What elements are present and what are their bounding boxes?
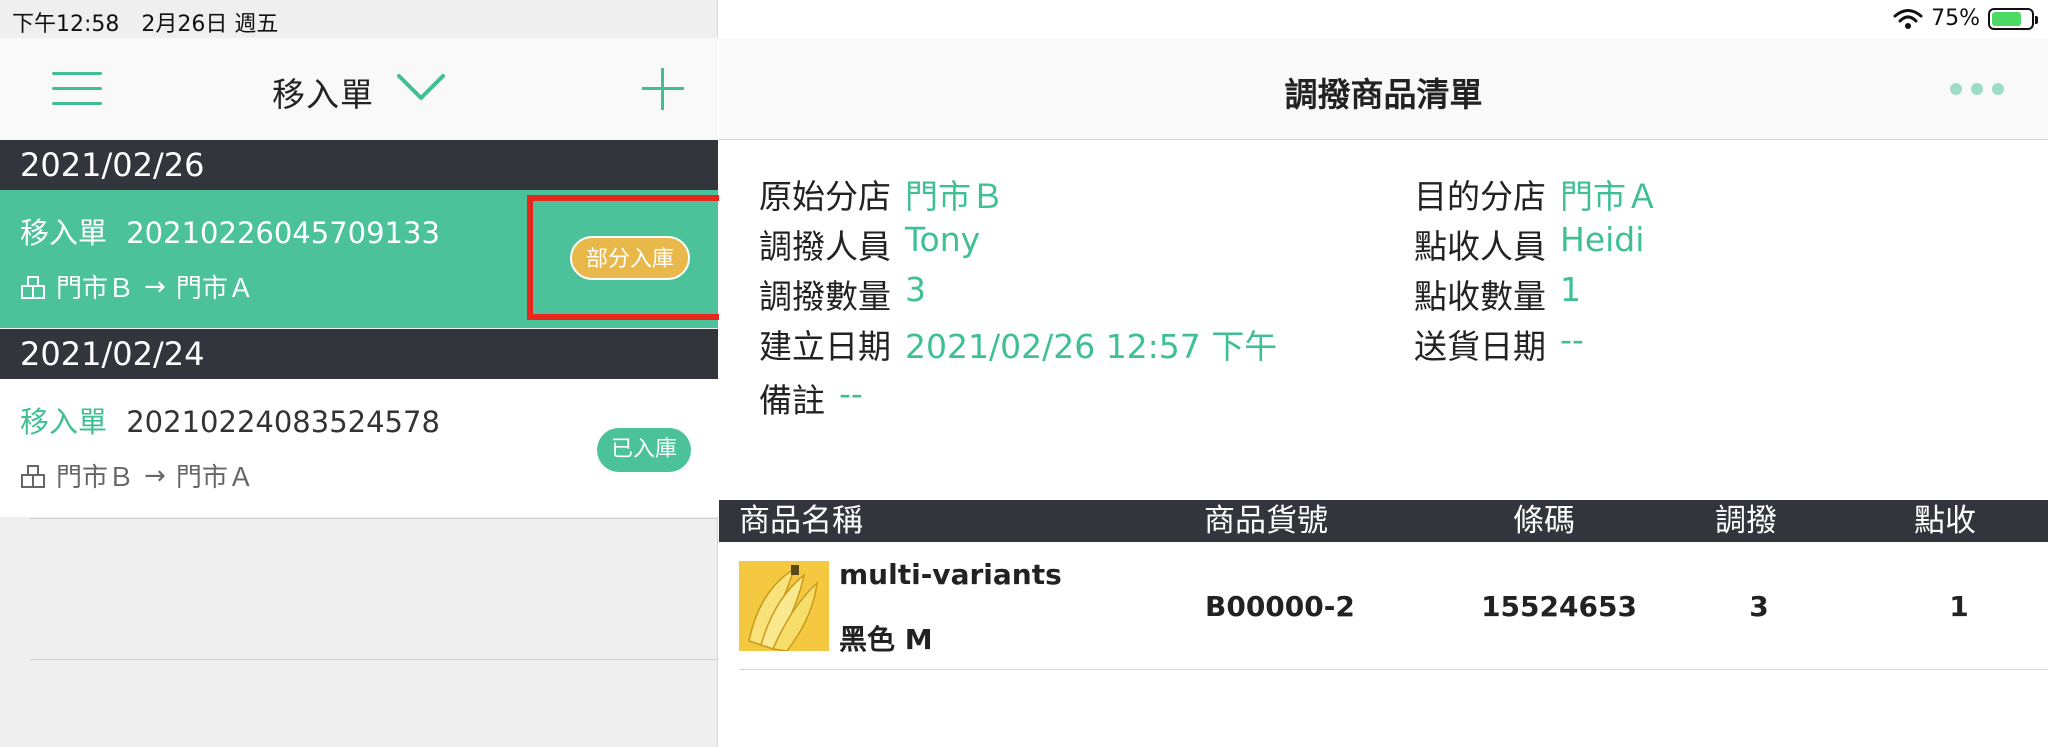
dest-store-value: 門市Ａ <box>1560 177 1659 216</box>
product-table-header: 商品名稱 商品貨號 條碼 調撥 點收 <box>719 500 2048 542</box>
created-date-value: 2021/02/26 12:57 下午 <box>905 327 1278 366</box>
source-store-label: 原始分店 <box>759 177 891 216</box>
right-nav-bar: 調撥商品清單 <box>719 38 2048 140</box>
delivery-date-value: -- <box>1560 320 1584 359</box>
column-header-name: 商品名稱 <box>739 503 863 539</box>
battery-icon <box>1988 7 2038 30</box>
chevron-down-icon[interactable] <box>396 70 446 104</box>
status-bar: 下午12:58 2月26日 週五 75% <box>0 0 2048 38</box>
column-header-transfer: 調撥 <box>1715 503 1777 539</box>
transfer-person-value: Tony <box>905 220 981 259</box>
order-type-label: 移入單 <box>20 216 108 250</box>
receive-person-value: Heidi <box>1560 220 1645 259</box>
right-arrow-icon: → <box>144 460 166 491</box>
transfer-person-row: 調撥人員 Tony <box>759 220 980 268</box>
created-date-label: 建立日期 <box>759 327 891 366</box>
dest-store-row: 目的分店 門市Ａ <box>1414 170 1659 218</box>
dest-store-label: 目的分店 <box>1414 177 1546 216</box>
delivery-date-row: 送貨日期 -- <box>1414 320 1584 368</box>
more-icon[interactable] <box>1950 83 2004 95</box>
status-badge: 已入庫 <box>597 428 692 472</box>
status-time: 下午12:58 2月26日 週五 <box>12 12 279 37</box>
date-section-header: 2021/02/24 <box>0 329 718 379</box>
divider <box>30 659 718 660</box>
transfer-qty-value: 3 <box>905 270 926 309</box>
product-barcode: 15524653 <box>1481 590 1637 623</box>
hamburger-menu-icon[interactable] <box>52 72 102 108</box>
note-value: -- <box>839 374 863 413</box>
table-row[interactable]: multi-variants 黑色 M B00000-2 15524653 3 … <box>739 542 2048 670</box>
product-sku: B00000-2 <box>1205 590 1355 623</box>
column-header-sku: 商品貨號 <box>1204 503 1328 539</box>
source-store-value: 門市Ｂ <box>905 177 1004 216</box>
wifi-icon <box>1893 8 1923 29</box>
list-item[interactable]: 移入單 20210224083524578 門市Ｂ → 門市Ａ 已入庫 <box>0 379 718 517</box>
divider <box>30 518 718 519</box>
page-title: 調撥商品清單 <box>1284 75 1483 114</box>
source-store-row: 原始分店 門市Ｂ <box>759 170 1004 218</box>
note-row: 備註 -- <box>759 374 863 422</box>
detail-pane: 調撥商品清單 原始分店 門市Ｂ 目的分店 門市Ａ 調撥人員 Tony 點收人員 … <box>719 0 2048 747</box>
from-store: 門市Ｂ <box>56 463 135 493</box>
highlight-annotation <box>527 195 734 320</box>
banana-product-image <box>739 561 829 651</box>
receive-qty-label: 點收數量 <box>1414 277 1546 316</box>
right-arrow-icon: → <box>144 271 166 302</box>
transfer-qty-label: 調撥數量 <box>759 277 891 316</box>
receive-person-row: 點收人員 Heidi <box>1414 220 1644 268</box>
receive-qty-value: 1 <box>1560 270 1581 309</box>
store-icon <box>21 275 45 299</box>
transfer-person-label: 調撥人員 <box>759 227 891 266</box>
battery-percent: 75% <box>1931 6 1980 31</box>
date-section-header: 2021/02/26 <box>0 140 718 190</box>
column-header-received: 點收 <box>1914 503 1976 539</box>
created-date-row: 建立日期 2021/02/26 12:57 下午 <box>759 320 1277 368</box>
received-qty-cell: 1 <box>1949 590 1969 623</box>
delivery-date-label: 送貨日期 <box>1414 327 1546 366</box>
left-nav-bar: 移入單 <box>0 38 718 140</box>
to-store: 門市Ａ <box>175 274 254 304</box>
receive-person-label: 點收人員 <box>1414 227 1546 266</box>
transfer-qty-row: 調撥數量 3 <box>759 270 926 318</box>
product-variant: 黑色 M <box>839 623 933 656</box>
from-store: 門市Ｂ <box>56 274 135 304</box>
order-type-title[interactable]: 移入單 <box>272 68 374 116</box>
order-id: 20210224083524578 <box>126 405 440 439</box>
plus-icon[interactable] <box>642 68 684 110</box>
order-type-label: 移入單 <box>20 405 108 439</box>
store-icon <box>21 464 45 488</box>
product-name: multi-variants <box>839 558 1062 591</box>
to-store: 門市Ａ <box>175 463 254 493</box>
receive-qty-row: 點收數量 1 <box>1414 270 1581 318</box>
transfer-qty-cell: 3 <box>1749 590 1769 623</box>
order-id: 20210226045709133 <box>126 216 440 250</box>
order-list-pane: 移入單 2021/02/26 移入單 20210226045709133 門市Ｂ… <box>0 0 718 747</box>
note-label: 備註 <box>759 381 825 420</box>
column-header-barcode: 條碼 <box>1513 503 1575 539</box>
